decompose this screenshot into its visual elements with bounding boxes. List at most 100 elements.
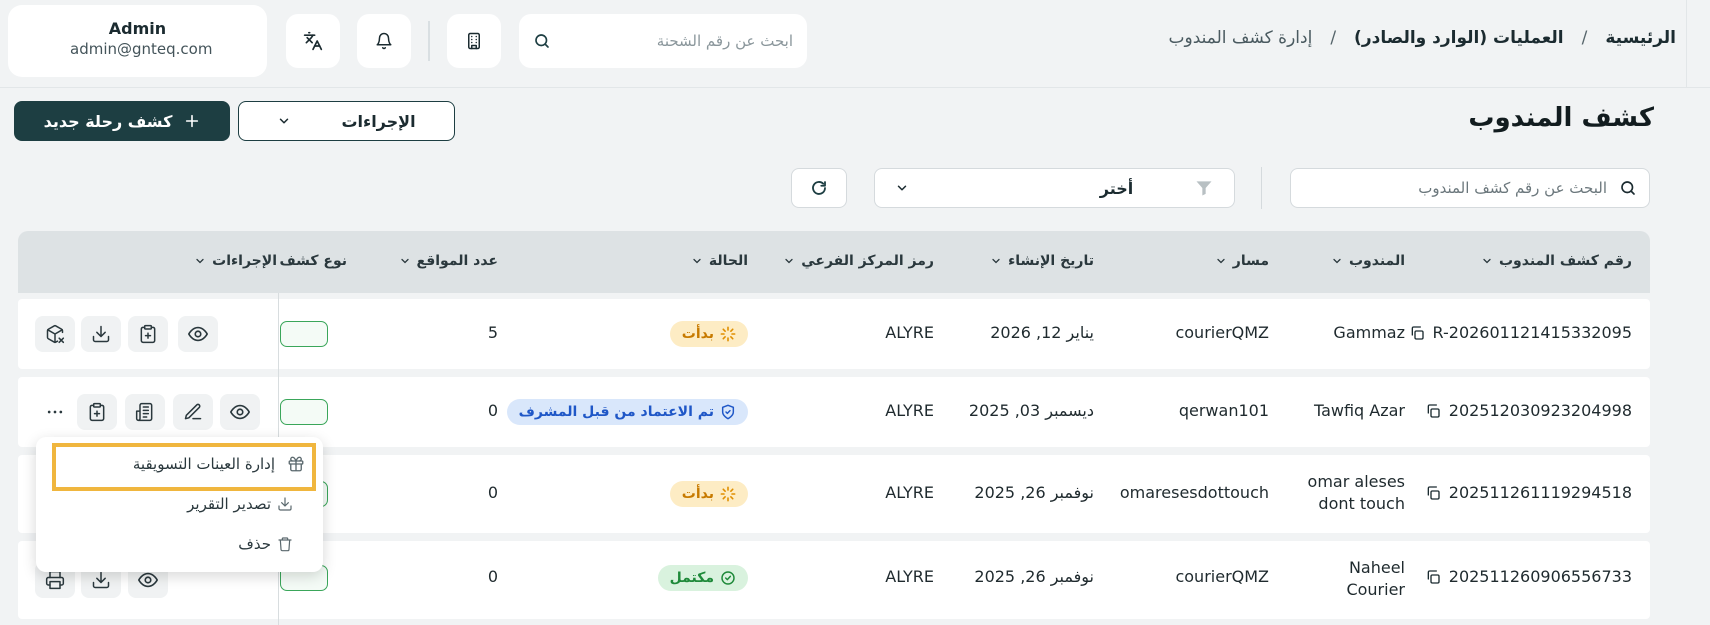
chevron-down-icon (897, 185, 907, 191)
column-header-id[interactable]: رقم كشف المندوب (1481, 253, 1632, 269)
menu-item-export-report[interactable]: تصدير التقرير (187, 495, 293, 513)
check-circle-icon (721, 571, 735, 585)
date-cell: نوفمبر 26, 2025 (974, 483, 1094, 502)
package-x-icon (46, 324, 65, 344)
column-header-date[interactable]: تاريخ الإنشاء (990, 253, 1094, 269)
breadcrumb: الرئيسية / العمليات (الوارد والصادر) / إ… (1169, 28, 1676, 48)
chevron-down-icon (693, 258, 701, 264)
view-button[interactable] (220, 394, 260, 430)
column-header-status[interactable]: الحالة (691, 253, 748, 269)
loader-icon (720, 486, 736, 502)
download-button[interactable] (81, 316, 121, 352)
notifications-button[interactable] (357, 14, 411, 68)
manifest-search[interactable] (1290, 168, 1650, 208)
user-card[interactable]: Admin admin@gnteq.com (8, 5, 267, 77)
more-actions-button[interactable] (35, 394, 75, 430)
view-button[interactable] (178, 316, 218, 352)
edit-button[interactable] (173, 394, 213, 430)
language-button[interactable] (286, 14, 340, 68)
date-cell: نوفمبر 26, 2025 (974, 567, 1094, 586)
route-cell: qerwan101 (1178, 401, 1269, 420)
column-header-actions: الإجراءات (194, 253, 277, 269)
new-manifest-button[interactable]: كشف رحلة جديد (14, 101, 230, 141)
column-header-locations[interactable]: عدد المواقع (399, 253, 498, 269)
date-cell: ديسمبر 03, 2025 (968, 401, 1094, 420)
column-header-courier[interactable]: المندوب (1331, 253, 1405, 269)
breadcrumb-home[interactable]: الرئيسية (1605, 28, 1676, 48)
locations-cell: 0 (487, 401, 498, 420)
cancel-package-button[interactable] (35, 316, 75, 352)
manifest-type-badge (280, 399, 328, 425)
column-header-route[interactable]: مسار (1215, 253, 1269, 269)
filter-icon (1196, 181, 1212, 196)
eye-icon (230, 404, 250, 420)
status-badge: بدأت (669, 481, 748, 507)
locations-cell: 5 (487, 323, 498, 342)
menu-item-marketing-samples[interactable]: إدارة العينات التسويقية (133, 455, 305, 473)
plus-icon (186, 114, 199, 128)
table-row[interactable]: R-202601121415332095 Gammaz courierQMZ ي… (18, 299, 1650, 369)
chevron-down-icon (1483, 258, 1491, 264)
newspaper-icon (135, 402, 153, 422)
chevron-down-icon (992, 258, 1000, 264)
search-icon (1621, 181, 1635, 195)
add-to-clipboard-button[interactable] (77, 394, 117, 430)
copy-icon[interactable] (1409, 325, 1425, 341)
courier-cell: Naheel Courier (1346, 558, 1405, 599)
breadcrumb-current: إدارة كشف المندوب (1168, 28, 1313, 48)
locations-cell: 0 (487, 483, 498, 502)
date-cell: يناير 12, 2026 (990, 323, 1094, 342)
copy-icon[interactable] (1425, 569, 1441, 585)
branch-cell: ALYRE (885, 567, 934, 586)
breadcrumb-operations[interactable]: العمليات (الوارد والصادر) (1354, 28, 1564, 48)
download-icon (278, 497, 292, 511)
copy-icon[interactable] (1425, 403, 1441, 419)
printer-icon (45, 570, 65, 590)
company-button[interactable] (447, 14, 501, 68)
actions-label: الإجراءات (341, 111, 416, 131)
copy-icon[interactable] (1425, 485, 1441, 501)
user-name: Admin (108, 19, 167, 38)
manifest-id-cell: 202512030923204998 (1425, 401, 1632, 420)
branch-cell: ALYRE (885, 483, 934, 502)
header-divider (428, 21, 430, 61)
status-badge: تم الاعتماد من قبل المشرف (506, 399, 748, 425)
building-icon (468, 32, 480, 50)
branch-cell: ALYRE (885, 323, 934, 342)
page-title: كشف المندوب (1468, 103, 1654, 133)
menu-item-delete[interactable]: حذف (238, 535, 293, 553)
eye-icon (138, 572, 158, 588)
header-bottom-border (0, 87, 1710, 88)
refresh-icon (812, 181, 826, 195)
status-badge: بدأت (669, 321, 748, 347)
add-to-clipboard-button[interactable] (128, 316, 168, 352)
clipboard-plus-icon (89, 402, 105, 422)
courier-cell: omar aleses dont touch (1307, 472, 1405, 513)
chevron-down-icon (400, 258, 409, 264)
shipment-search-input[interactable] (551, 32, 793, 50)
route-cell: omaresesdottouch (1119, 483, 1269, 502)
actions-dropdown-button[interactable]: الإجراءات (238, 101, 455, 141)
column-header-type[interactable]: نوع كشف (279, 253, 347, 269)
header-right-border (1686, 0, 1687, 87)
refresh-button[interactable] (791, 168, 847, 208)
more-horizontal-icon (47, 410, 63, 414)
locations-cell: 0 (487, 567, 498, 586)
column-header-branch[interactable]: رمز المركز الفرعي (783, 253, 934, 269)
route-cell: courierQMZ (1175, 567, 1269, 586)
row-actions-menu: إدارة العينات التسويقية تصدير التقرير حذ… (36, 437, 323, 572)
status-filter-select[interactable]: أختر (874, 168, 1235, 208)
chevron-down-icon (280, 118, 289, 124)
chevron-down-icon (1333, 258, 1341, 264)
search-icon (535, 34, 549, 48)
shipment-search[interactable] (519, 14, 807, 68)
manifest-id-cell: 202511261119294518 (1425, 483, 1632, 502)
courier-cell: Gammaz (1333, 323, 1405, 342)
manifest-search-input[interactable] (1303, 179, 1607, 197)
manifest-id-cell: R-202601121415332095 (1409, 323, 1632, 342)
bell-icon (376, 32, 392, 50)
manifest-details-button[interactable] (125, 394, 165, 430)
edit-icon (184, 403, 202, 420)
filter-select-value: أختر (1099, 178, 1134, 198)
gift-icon (288, 456, 304, 472)
